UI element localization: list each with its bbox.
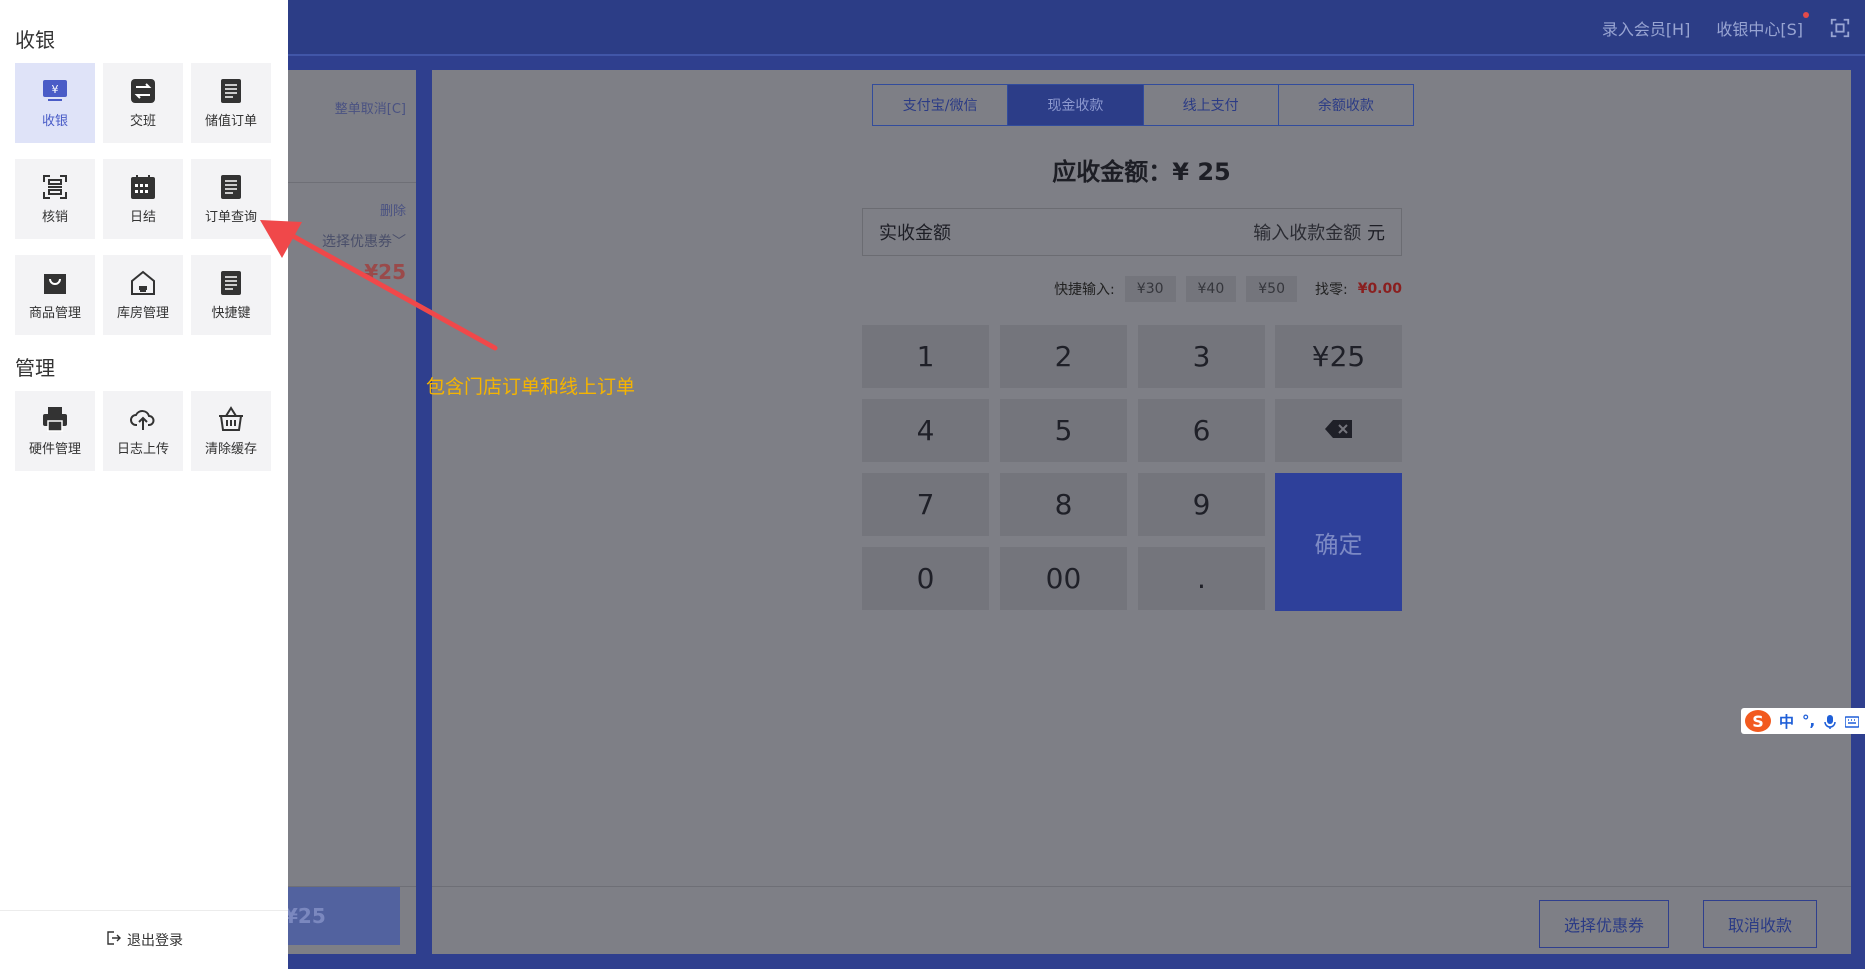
list-icon <box>218 78 244 104</box>
topbar-actions: 录入会员[H] 收银中心[S] <box>1602 0 1851 56</box>
menu-tile-label: 订单查询 <box>204 209 257 225</box>
key-0[interactable]: 0 <box>862 547 989 610</box>
menu-tile-label: 商品管理 <box>28 305 81 321</box>
menu-tile-label: 库房管理 <box>116 305 169 321</box>
logout-label: 退出登录 <box>127 933 183 949</box>
printer-icon <box>42 406 68 432</box>
key-exact-amount[interactable]: ¥25 <box>1275 325 1402 388</box>
menu-tile-cashier-monitor[interactable]: ¥ 收银 <box>15 63 95 143</box>
key-6[interactable]: 6 <box>1138 399 1265 462</box>
ime-logo-icon[interactable]: S <box>1745 710 1771 732</box>
logout-button[interactable]: 退出登录 <box>0 930 288 950</box>
key-3[interactable]: 3 <box>1138 325 1265 388</box>
enter-member-link[interactable]: 录入会员[H] <box>1602 16 1691 40</box>
annotation-arrow-icon <box>260 220 498 351</box>
menu-tile-label: 日志上传 <box>116 441 169 457</box>
numeric-keypad: 1 2 3 ¥25 4 5 6 7 8 9 确定 0 00 . <box>862 325 1402 611</box>
menu-tile-printer[interactable]: 硬件管理 <box>15 391 95 471</box>
payment-method-tabs: 支付宝/微信 现金收款 线上支付 余额收款 <box>872 84 1414 126</box>
fullscreen-icon[interactable] <box>1829 17 1851 39</box>
calendar-icon <box>130 174 156 200</box>
menu-tile-warehouse[interactable]: 库房管理 <box>103 255 183 335</box>
menu-tile-label: 核销 <box>41 209 68 225</box>
amount-due: 应收金额：¥ 25 <box>1052 158 1231 186</box>
delete-link[interactable]: 删除 <box>380 200 406 219</box>
payment-tab-2[interactable]: 线上支付 <box>1143 85 1279 125</box>
payment-tab-3[interactable]: 余额收款 <box>1278 85 1413 125</box>
select-coupon-button[interactable]: 选择优惠券 <box>1539 900 1669 948</box>
menu-tile-label: 硬件管理 <box>28 441 81 457</box>
scan-icon <box>42 174 68 200</box>
cancel-payment-button[interactable]: 取消收款 <box>1703 900 1817 948</box>
change-label: 找零: <box>1314 282 1348 298</box>
key-2[interactable]: 2 <box>1000 325 1127 388</box>
cloud-upload-icon <box>130 406 156 432</box>
key-1[interactable]: 1 <box>862 325 989 388</box>
change-value: ¥0.00 <box>1357 281 1402 297</box>
backspace-icon <box>1324 414 1354 447</box>
menu-tile-bag[interactable]: 商品管理 <box>15 255 95 335</box>
received-input[interactable]: 输入收款金额 元 <box>1253 219 1385 245</box>
annotation-text: 包含门店订单和线上订单 <box>426 376 636 398</box>
divider <box>0 910 288 911</box>
microphone-icon[interactable] <box>1823 714 1837 729</box>
menu-tile-label: 快捷键 <box>211 305 251 321</box>
divider <box>432 886 1851 887</box>
bag-icon <box>42 270 68 296</box>
quick-amount-30[interactable]: ¥30 <box>1124 276 1176 302</box>
menu-tile-shift-swap[interactable]: 交班 <box>103 63 183 143</box>
section-title-manage: 管理 <box>15 356 55 380</box>
cancel-order-link[interactable]: 整单取消[C] <box>335 98 406 117</box>
menu-tile-label: 收银 <box>41 113 68 129</box>
key-5[interactable]: 5 <box>1000 399 1127 462</box>
menu-tile-list[interactable]: 订单查询 <box>191 159 271 239</box>
confirm-button[interactable]: 确定 <box>1275 473 1402 611</box>
basket-icon <box>218 405 244 432</box>
payment-tab-1[interactable]: 现金收款 <box>1008 85 1144 125</box>
received-label: 实收金额 <box>879 223 951 244</box>
quick-amount-40[interactable]: ¥40 <box>1185 276 1237 302</box>
quick-input-row: 快捷输入: ¥30 ¥40 ¥50 找零: ¥0.00 <box>862 276 1402 302</box>
key-7[interactable]: 7 <box>862 473 989 536</box>
menu-tile-cloud-upload[interactable]: 日志上传 <box>103 391 183 471</box>
keyboard-icon[interactable] <box>1844 714 1860 728</box>
menu-tile-basket[interactable]: 清除缓存 <box>191 391 271 471</box>
cashier-center-label: 收银中心[S] <box>1716 20 1803 39</box>
key-8[interactable]: 8 <box>1000 473 1127 536</box>
notification-dot <box>1803 12 1809 18</box>
section-title-cashier: 收银 <box>15 28 55 52</box>
list-icon <box>218 174 244 200</box>
ime-toolbar: S 中 °, <box>1741 708 1865 734</box>
shift-swap-icon <box>130 78 156 104</box>
list-icon <box>218 270 244 296</box>
svg-text:¥: ¥ <box>52 83 59 96</box>
quick-input-label: 快捷输入: <box>1054 282 1115 298</box>
menu-tile-calendar[interactable]: 日结 <box>103 159 183 239</box>
cashier-monitor-icon: ¥ <box>42 78 68 104</box>
menu-tile-label: 清除缓存 <box>204 441 257 457</box>
quick-amount-50[interactable]: ¥50 <box>1246 276 1297 302</box>
menu-tile-scan[interactable]: 核销 <box>15 159 95 239</box>
menu-tile-list[interactable]: 储值订单 <box>191 63 271 143</box>
key-00[interactable]: 00 <box>1000 547 1127 610</box>
payment-tab-0[interactable]: 支付宝/微信 <box>873 85 1009 125</box>
side-menu-drawer: 收银 ¥ 收银 交班 储值订单 核销 日结 订单查询 商品管理 库房管理 快捷键 管理 硬件管理日… <box>0 0 288 969</box>
menu-tile-label: 储值订单 <box>204 113 257 129</box>
backspace-key[interactable] <box>1275 399 1402 462</box>
cashier-center-link[interactable]: 收银中心[S] <box>1716 12 1809 40</box>
menu-tile-label: 交班 <box>129 113 156 129</box>
key-9[interactable]: 9 <box>1138 473 1265 536</box>
key-decimal[interactable]: . <box>1138 547 1265 610</box>
ime-mode[interactable]: 中 <box>1779 711 1794 732</box>
key-4[interactable]: 4 <box>862 399 989 462</box>
received-amount-field[interactable]: 实收金额 输入收款金额 元 <box>862 208 1402 256</box>
currency-unit: 元 <box>1367 223 1385 244</box>
logout-icon <box>105 930 121 950</box>
menu-tile-label: 日结 <box>129 209 156 225</box>
payment-panel: 支付宝/微信 现金收款 线上支付 余额收款 应收金额：¥ 25 实收金额 输入收款金额… <box>432 70 1851 954</box>
ime-punctuation[interactable]: °, <box>1802 712 1815 730</box>
menu-tile-list[interactable]: 快捷键 <box>191 255 271 335</box>
received-placeholder: 输入收款金额 <box>1253 223 1362 244</box>
warehouse-icon <box>130 270 156 296</box>
